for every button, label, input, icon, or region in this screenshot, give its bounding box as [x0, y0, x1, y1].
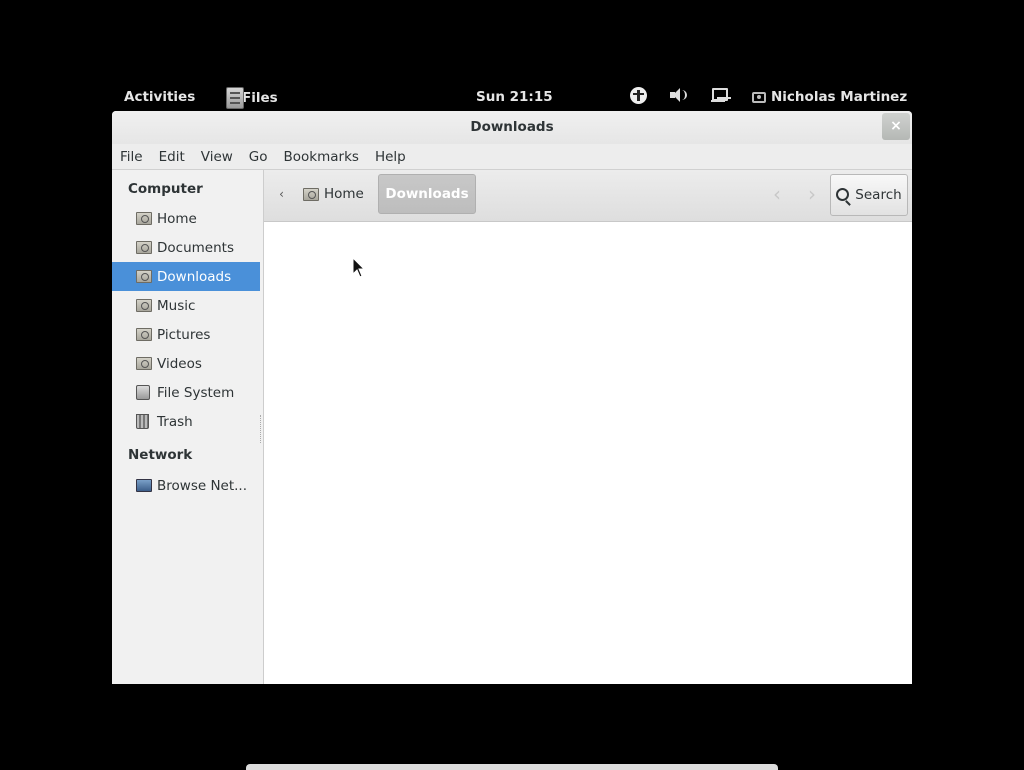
- sidebar-item-videos[interactable]: Videos: [112, 349, 263, 378]
- volume-icon[interactable]: [669, 87, 687, 107]
- sidebar-item-documents[interactable]: Documents: [112, 233, 263, 262]
- file-view[interactable]: [264, 223, 912, 684]
- sidebar-item-downloads[interactable]: Downloads: [112, 262, 260, 291]
- close-button[interactable]: ×: [882, 113, 910, 140]
- mouse-cursor-icon: [352, 257, 366, 278]
- downloads-folder-icon: [136, 270, 152, 283]
- search-button[interactable]: Search: [830, 174, 908, 216]
- files-window: Downloads × File Edit View Go Bookmarks …: [112, 111, 912, 684]
- user-name: Nicholas Martinez: [771, 89, 908, 105]
- sidebar: Computer Home Documents Downloads Music …: [112, 170, 264, 684]
- home-folder-icon: [136, 212, 152, 225]
- pictures-folder-icon: [136, 328, 152, 341]
- sidebar-item-trash[interactable]: Trash: [112, 407, 263, 436]
- clock[interactable]: Sun 21:15: [476, 89, 553, 105]
- app-name: Files: [242, 89, 278, 106]
- menu-edit[interactable]: Edit: [159, 149, 185, 165]
- path-button-home[interactable]: Home: [303, 174, 364, 214]
- menu-file[interactable]: File: [120, 149, 143, 165]
- search-label: Search: [855, 187, 902, 203]
- title-bar[interactable]: Downloads ×: [112, 111, 912, 144]
- main-pane: ‹ Home Downloads ‹ › Search: [264, 170, 912, 684]
- sidebar-item-music[interactable]: Music: [112, 291, 263, 320]
- back-button[interactable]: ‹: [764, 174, 790, 214]
- path-home-label: Home: [324, 186, 364, 202]
- documents-folder-icon: [136, 241, 152, 254]
- sidebar-item-label: Trash: [157, 413, 193, 430]
- user-status-icon: [752, 91, 766, 103]
- sidebar-item-label: Pictures: [157, 326, 211, 343]
- sidebar-item-label: Videos: [157, 355, 202, 372]
- window-body: Computer Home Documents Downloads Music …: [112, 170, 912, 684]
- sidebar-item-label: Browse Net...: [157, 477, 248, 494]
- files-app-icon: [226, 86, 244, 109]
- sidebar-resize-handle[interactable]: [260, 415, 263, 443]
- videos-folder-icon: [136, 357, 152, 370]
- menu-view[interactable]: View: [201, 149, 233, 165]
- path-scroll-left-button[interactable]: ‹: [270, 174, 293, 214]
- trash-icon: [136, 414, 149, 429]
- sidebar-item-home[interactable]: Home: [112, 204, 263, 233]
- menu-go[interactable]: Go: [249, 149, 268, 165]
- menu-bookmarks[interactable]: Bookmarks: [284, 149, 359, 165]
- sidebar-item-label: File System: [157, 384, 235, 401]
- activities-button[interactable]: Activities: [124, 89, 195, 105]
- drive-icon: [136, 385, 150, 400]
- sidebar-item-browse-network[interactable]: Browse Net...: [112, 471, 263, 500]
- path-button-downloads[interactable]: Downloads: [378, 174, 476, 214]
- sidebar-item-file-system[interactable]: File System: [112, 378, 263, 407]
- home-folder-icon: [303, 187, 319, 201]
- sidebar-item-pictures[interactable]: Pictures: [112, 320, 263, 349]
- sidebar-heading-network: Network: [128, 447, 193, 463]
- browse-network-icon: [136, 479, 152, 492]
- sidebar-item-label: Home: [157, 210, 197, 227]
- window-title: Downloads: [470, 119, 554, 135]
- top-bar: Activities Files Sun 21:15 Nicholas Mart…: [112, 84, 912, 111]
- forward-button[interactable]: ›: [799, 174, 825, 214]
- app-menu[interactable]: Files: [226, 84, 278, 111]
- toolbar: ‹ Home Downloads ‹ › Search: [264, 170, 912, 222]
- sidebar-item-label: Downloads: [157, 268, 232, 285]
- sidebar-item-label: Documents: [157, 239, 234, 256]
- network-icon[interactable]: [710, 87, 728, 108]
- user-menu[interactable]: Nicholas Martinez: [752, 89, 907, 105]
- accessibility-icon[interactable]: [630, 87, 647, 108]
- menu-help[interactable]: Help: [375, 149, 406, 165]
- menu-bar: File Edit View Go Bookmarks Help: [112, 144, 912, 170]
- sidebar-heading-computer: Computer: [128, 181, 203, 197]
- music-folder-icon: [136, 299, 152, 312]
- search-icon: [836, 187, 850, 201]
- sidebar-item-label: Music: [157, 297, 196, 314]
- bottom-edge: [246, 764, 778, 770]
